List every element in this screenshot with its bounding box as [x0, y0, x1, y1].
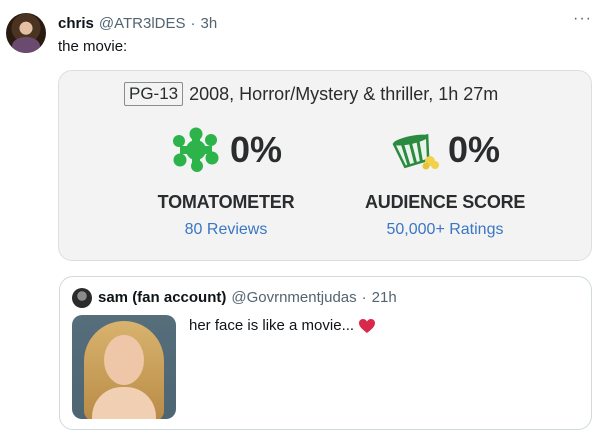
quoted-header: sam (fan account) @Govrnmentjudas · 21h — [98, 289, 397, 306]
tomatometer-label: TOMATOMETER — [157, 192, 295, 212]
quoted-photo[interactable] — [72, 315, 176, 419]
spilled-popcorn-icon — [392, 133, 439, 170]
quoted-text-row: her face is like a movie... — [189, 317, 376, 334]
tweet-header: chris @ATR3lDES · 3h — [58, 15, 217, 32]
audience-score-label: AUDIENCE SCORE — [365, 192, 526, 212]
quoted-timestamp[interactable]: 21h — [372, 289, 397, 306]
rotten-tomatoes-card[interactable]: PG-13 2008, Horror/Mystery & thriller, 1… — [58, 70, 592, 261]
tomatometer-value: 0% — [229, 129, 283, 170]
quoted-avatar[interactable] — [72, 288, 92, 308]
tweet-timestamp[interactable]: 3h — [201, 15, 218, 32]
audience-score-block: 0% AUDIENCE SCORE 50,000+ Ratings — [365, 129, 525, 239]
tweet-text: the movie: — [58, 38, 128, 55]
separator-dot: · — [361, 289, 367, 306]
quoted-tweet[interactable]: sam (fan account) @Govrnmentjudas · 21h … — [59, 276, 592, 430]
display-name[interactable]: chris — [58, 15, 94, 32]
quoted-display-name[interactable]: sam (fan account) — [98, 289, 226, 306]
splat-icon — [172, 127, 219, 172]
audience-score-value: 0% — [447, 129, 501, 170]
quoted-handle[interactable]: @Govrnmentjudas — [231, 289, 356, 306]
movie-meta: PG-13 2008, Horror/Mystery & thriller, 1… — [124, 82, 498, 106]
rating-badge: PG-13 — [124, 82, 184, 106]
ratings-link[interactable]: 50,000+ Ratings — [365, 221, 525, 239]
more-options-icon[interactable]: ··· — [573, 10, 592, 28]
heart-icon — [359, 318, 376, 333]
user-avatar[interactable] — [6, 13, 46, 53]
separator-dot: · — [190, 15, 196, 32]
movie-info: 2008, Horror/Mystery & thriller, 1h 27m — [189, 83, 499, 104]
reviews-link[interactable]: 80 Reviews — [156, 221, 296, 239]
user-handle[interactable]: @ATR3lDES — [99, 15, 186, 32]
tomatometer-block: 0% TOMATOMETER 80 Reviews — [156, 127, 296, 239]
quoted-text: her face is like a movie... — [189, 317, 355, 334]
